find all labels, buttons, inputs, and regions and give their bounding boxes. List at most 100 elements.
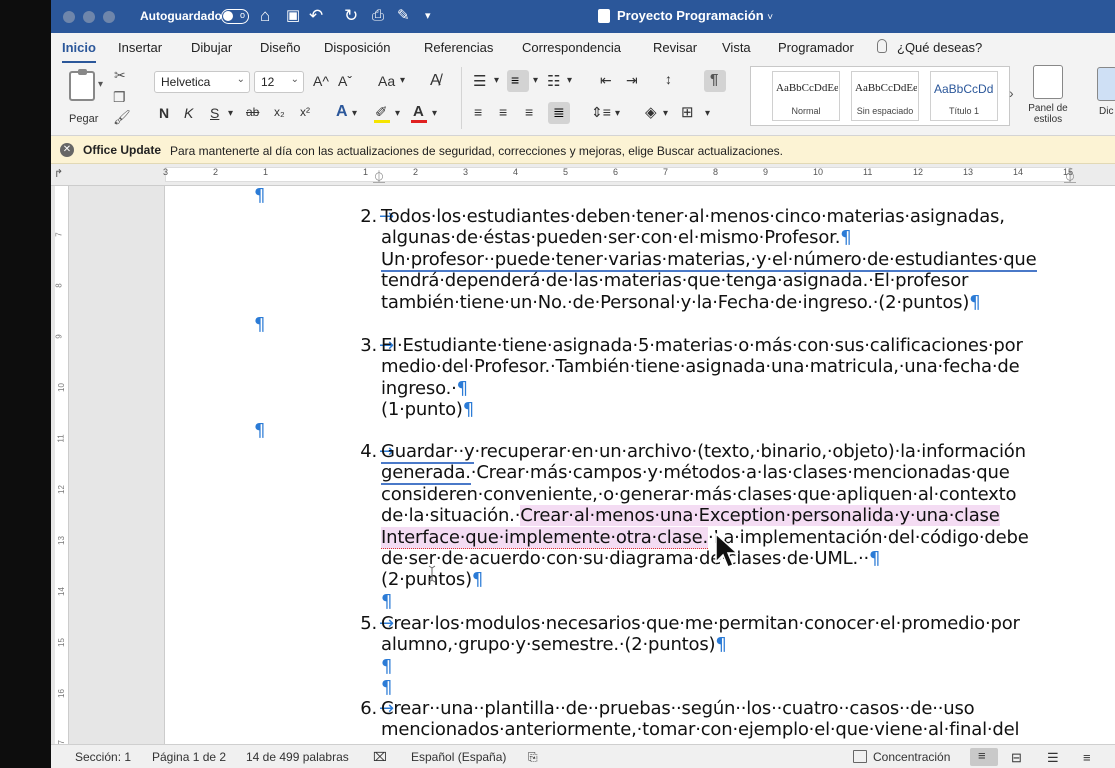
text-effects-icon[interactable]: A [336, 103, 348, 121]
tab-programador[interactable]: Programador [778, 40, 854, 55]
vertical-ruler-tick-label: 16 [56, 689, 66, 698]
sort-icon[interactable]: ↕ [665, 71, 672, 87]
track-changes-icon[interactable]: ⎘ [528, 750, 538, 765]
cut-icon[interactable]: ✂ [114, 67, 126, 84]
underline-chevron-icon[interactable]: ▾ [228, 108, 233, 119]
tell-me-search[interactable]: ¿Qué deseas? [897, 40, 982, 55]
zoom-window-button[interactable] [103, 11, 115, 23]
bullets-chevron-icon[interactable]: ▾ [494, 75, 499, 86]
line-spacing-icon[interactable]: ⇕≡ [591, 104, 611, 121]
increase-indent-icon[interactable]: ⇥ [626, 72, 638, 89]
shading-chevron-icon[interactable]: ▾ [663, 108, 668, 119]
copy-icon[interactable]: ❐ [113, 89, 126, 106]
tab-selector-icon[interactable]: ↱ [54, 167, 63, 180]
align-right-icon[interactable]: ≡ [525, 104, 533, 120]
empty-paragraph-mark: ¶ [381, 677, 393, 699]
document-title[interactable]: Proyecto Programación ˅ [617, 8, 773, 23]
decrease-indent-icon[interactable]: ⇤ [600, 72, 612, 89]
minimize-window-button[interactable] [83, 11, 95, 23]
italic-button[interactable]: K [184, 105, 193, 121]
focus-mode-label[interactable]: Concentración [873, 750, 950, 764]
styles-more-chevron-icon[interactable]: › [1009, 85, 1014, 101]
language-indicator[interactable]: Español (España) [411, 750, 506, 764]
title-bar: Autoguardado o ⌂ ▣ ↶ ↻ ⎙ ✎ ▾ Proyecto Pr… [51, 0, 1115, 33]
autosave-toggle[interactable]: o [221, 9, 249, 24]
print-layout-view-button[interactable]: ≡ [970, 748, 998, 766]
strikethrough-button[interactable]: ab [246, 105, 259, 119]
page-indicator[interactable]: Página 1 de 2 [152, 750, 226, 764]
justify-button[interactable]: ≣ [548, 102, 570, 124]
font-color-chevron-icon[interactable]: ▾ [432, 108, 437, 119]
change-case-chevron-icon[interactable]: ▾ [400, 75, 405, 86]
paste-options-chevron-icon[interactable]: ▾ [98, 79, 103, 90]
align-center-icon[interactable]: ≡ [499, 104, 507, 120]
indent-marker-icon[interactable]: ⏂ [373, 168, 385, 185]
clear-formatting-icon[interactable]: A̸ [430, 72, 441, 90]
highlight-icon[interactable]: ✐ [375, 103, 388, 121]
redo-icon[interactable]: ↻ [344, 6, 358, 26]
styles-pane-button[interactable]: Panel de estilos [1023, 65, 1073, 125]
draft-view-icon[interactable]: ≡ [1083, 750, 1091, 765]
align-left-icon[interactable]: ≡ [474, 104, 482, 120]
shrink-font-button[interactable]: Aˇ [338, 73, 352, 89]
tab-dibujar[interactable]: Dibujar [191, 40, 232, 55]
home-icon[interactable]: ⌂ [260, 6, 270, 26]
font-color-icon[interactable]: A [413, 103, 424, 120]
show-formatting-button[interactable]: ¶ [704, 70, 726, 92]
style-titulo-1[interactable]: AaBbCcDd Título 1 [930, 71, 998, 121]
underline-button[interactable]: S [210, 105, 219, 121]
focus-mode-icon[interactable] [853, 750, 867, 763]
grow-font-button[interactable]: A^ [313, 73, 329, 89]
tab-vista[interactable]: Vista [722, 40, 751, 55]
style-sin-espaciado[interactable]: AaBbCcDdEe Sin espaciado [851, 71, 919, 121]
change-case-button[interactable]: Aa [378, 73, 395, 89]
document-canvas[interactable]: 7891011121314151617 ¶ ¶ ¶ 2. → Todos·los… [51, 186, 1115, 744]
list-item-2-line: algunas·de·éstas·pueden·ser·con·el·mismo… [381, 227, 852, 249]
numbering-button[interactable]: ≡ [507, 70, 529, 92]
horizontal-ruler[interactable]: ↱ 3 2 1 1 2 3 4 5 6 7 8 9 10 11 12 13 14 15 ⏂ ⏂ [51, 164, 1115, 186]
save-icon[interactable]: ▣ [286, 6, 300, 26]
close-update-icon[interactable]: ✕ [60, 143, 74, 157]
vertical-ruler-tick-label: 10 [56, 383, 66, 392]
tab-referencias[interactable]: Referencias [424, 40, 493, 55]
text-effects-chevron-icon[interactable]: ▾ [352, 108, 357, 119]
customize-toolbar-icon[interactable]: ▾ [425, 6, 431, 26]
tab-revisar[interactable]: Revisar [653, 40, 697, 55]
format-painter-icon[interactable]: 🖌 [113, 109, 131, 126]
highlight-chevron-icon[interactable]: ▾ [395, 108, 400, 119]
document-page[interactable]: ¶ ¶ ¶ 2. → Todos·los·estudiantes·deben·t… [164, 186, 1115, 744]
tab-correspondencia[interactable]: Correspondencia [522, 40, 621, 55]
multilevel-list-icon[interactable]: ☷ [547, 72, 560, 90]
superscript-button[interactable]: x² [300, 105, 310, 119]
section-indicator[interactable]: Sección: 1 [75, 750, 131, 764]
ruler-tick-label: 4 [513, 167, 519, 177]
shading-icon[interactable]: ◈ [645, 103, 657, 121]
web-layout-icon[interactable]: ⊟ [1011, 750, 1022, 766]
style-normal[interactable]: AaBbCcDdEe Normal [772, 71, 840, 121]
bullets-icon[interactable]: ☰ [473, 72, 486, 90]
print-icon[interactable]: ⎙ [372, 6, 384, 26]
multilevel-chevron-icon[interactable]: ▾ [567, 75, 572, 86]
outline-view-icon[interactable]: ☰ [1047, 750, 1059, 766]
font-size-input[interactable]: 12 ⌄ [254, 71, 304, 93]
borders-icon[interactable]: ⊞ [681, 103, 694, 121]
borders-chevron-icon[interactable]: ▾ [705, 108, 710, 119]
proofing-icon[interactable]: ⌧ [373, 750, 387, 764]
tab-insertar[interactable]: Insertar [118, 40, 162, 55]
close-window-button[interactable] [63, 11, 75, 23]
document-icon [598, 9, 610, 23]
tab-disposicion[interactable]: Disposición [324, 40, 390, 55]
dictate-icon[interactable] [1097, 67, 1115, 101]
empty-paragraph-mark: ¶ [254, 420, 266, 441]
subscript-button[interactable]: x₂ [274, 105, 285, 119]
numbering-chevron-icon[interactable]: ▾ [533, 75, 538, 86]
font-name-input[interactable]: Helvetica ⌄ [154, 71, 250, 93]
right-indent-marker-icon[interactable]: ⏂ [1064, 168, 1076, 185]
edit-doc-icon[interactable]: ✎ [397, 6, 410, 26]
line-spacing-chevron-icon[interactable]: ▾ [615, 108, 620, 119]
tab-inicio[interactable]: Inicio [62, 40, 96, 64]
tab-diseno[interactable]: Diseño [260, 40, 300, 55]
word-count[interactable]: 14 de 499 palabras [246, 750, 349, 764]
bold-button[interactable]: N [159, 105, 169, 121]
undo-icon[interactable]: ↶ [309, 6, 323, 26]
